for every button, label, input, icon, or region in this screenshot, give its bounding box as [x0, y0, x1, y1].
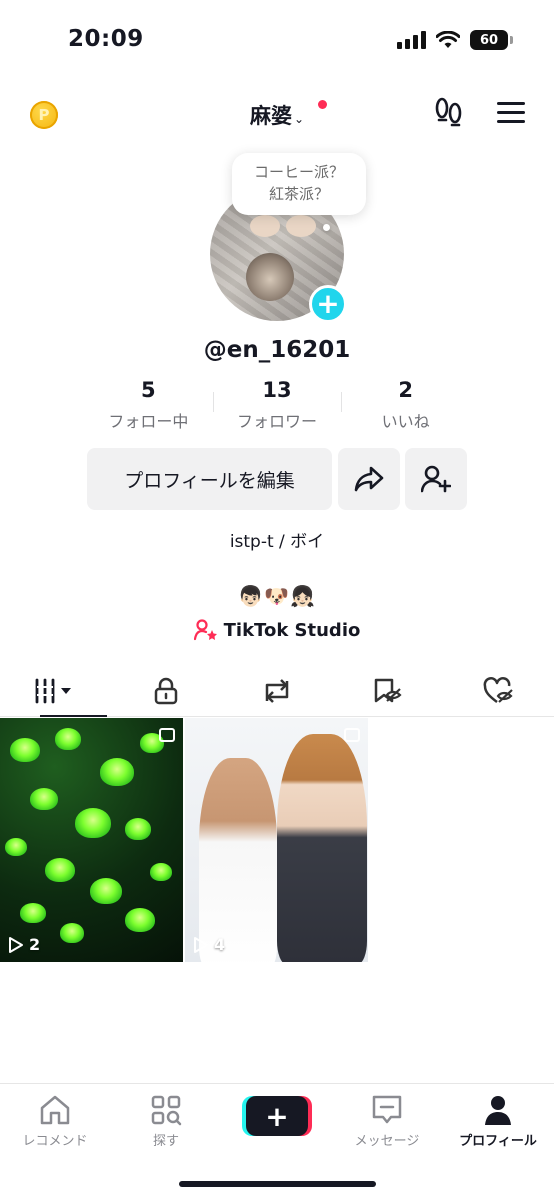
favorites-hidden-icon: [374, 678, 402, 702]
stat-likes[interactable]: 2 いいね: [341, 378, 470, 432]
share-profile-button[interactable]: [338, 448, 400, 510]
tab-favorites[interactable]: [332, 665, 443, 716]
nav-messages[interactable]: メッセージ: [332, 1092, 442, 1149]
chevron-down-icon: ⌄: [293, 112, 305, 126]
videos-grid-icon: [35, 678, 72, 703]
profile-icon: [485, 1096, 511, 1125]
studio-label: TikTok Studio: [223, 619, 361, 641]
tab-reposts[interactable]: [222, 665, 333, 716]
person-right: [277, 734, 367, 962]
play-icon: [9, 936, 23, 953]
explore-grid-icon: [151, 1095, 182, 1126]
multi-select-icon: [159, 728, 175, 742]
home-indicator: [179, 1181, 376, 1187]
view-count: 2: [8, 935, 40, 954]
add-story-icon[interactable]: +: [309, 285, 347, 323]
add-user-icon: [421, 465, 451, 493]
tab-videos[interactable]: [0, 665, 111, 717]
stat-value: 13: [262, 378, 292, 402]
page-title: 麻婆: [249, 104, 292, 128]
stat-following[interactable]: 5 フォロー中: [84, 378, 213, 432]
footprints-icon[interactable]: [433, 96, 465, 130]
stat-value: 2: [398, 378, 413, 402]
status-time: 20:09: [68, 26, 144, 52]
profile-emojis: 👦🏻🐶👧🏻: [238, 584, 316, 608]
profile-bio: istp-t / ボイ: [229, 532, 325, 552]
create-button[interactable]: +: [246, 1096, 308, 1136]
home-icon: [40, 1095, 70, 1125]
note-line-1: コーヒー派？: [253, 163, 344, 181]
content-tabs: [0, 665, 554, 717]
share-icon: [354, 466, 384, 492]
add-friend-button[interactable]: [405, 448, 467, 510]
repost-icon: [265, 678, 289, 703]
notification-dot: [318, 100, 327, 109]
stat-label: フォロワー: [237, 412, 318, 431]
video-thumbnail[interactable]: 4: [185, 718, 368, 962]
note-line-2: 紅茶派？: [268, 185, 329, 203]
battery-level: 60: [479, 32, 499, 48]
account-switcher[interactable]: 麻婆 ⌄: [0, 100, 554, 130]
stat-label: いいね: [381, 412, 430, 431]
nav-profile[interactable]: プロフィール: [443, 1092, 553, 1149]
edit-profile-button[interactable]: プロフィールを編集: [87, 448, 332, 510]
nav-label: メッセージ: [354, 1134, 420, 1149]
cat-photo: [246, 253, 294, 301]
message-icon: [372, 1095, 402, 1124]
nav-label: レコメンド: [22, 1134, 88, 1149]
nav-label: プロフィール: [459, 1134, 537, 1149]
note-bubble[interactable]: コーヒー派？ 紅茶派？: [232, 153, 366, 215]
play-icon: [194, 936, 208, 953]
wifi-icon: [436, 31, 460, 48]
tiktok-studio-link[interactable]: TikTok Studio: [0, 619, 554, 641]
stat-label: フォロー中: [108, 412, 189, 431]
video-grid: 2 4: [0, 718, 554, 962]
tab-private[interactable]: [111, 665, 222, 716]
nav-recommend[interactable]: レコメンド: [0, 1092, 110, 1149]
profile-handle: @en_16201: [203, 337, 351, 363]
view-count-value: 4: [214, 935, 226, 954]
person-left: [199, 758, 277, 962]
stat-followers[interactable]: 13 フォロワー: [212, 378, 342, 432]
bubble-tail: [323, 224, 330, 231]
liked-hidden-icon: [483, 676, 513, 703]
view-count-value: 2: [29, 935, 41, 954]
battery-icon: 60: [470, 30, 513, 50]
multi-select-icon: [344, 728, 360, 742]
nav-explore[interactable]: 探す: [111, 1092, 221, 1149]
stat-value: 5: [141, 378, 156, 402]
view-count: 4: [193, 935, 225, 954]
lock-icon: [154, 677, 178, 704]
cellular-signal-icon: [397, 31, 426, 49]
video-thumbnail[interactable]: 2: [0, 718, 183, 962]
profile-stats: 5 フォロー中 13 フォロワー 2 いいね: [84, 378, 470, 432]
status-icons: 60: [397, 30, 513, 50]
tab-liked[interactable]: [443, 665, 554, 716]
nav-label: 探す: [152, 1134, 179, 1149]
studio-user-star-icon: [193, 619, 217, 641]
menu-icon[interactable]: [497, 102, 525, 124]
